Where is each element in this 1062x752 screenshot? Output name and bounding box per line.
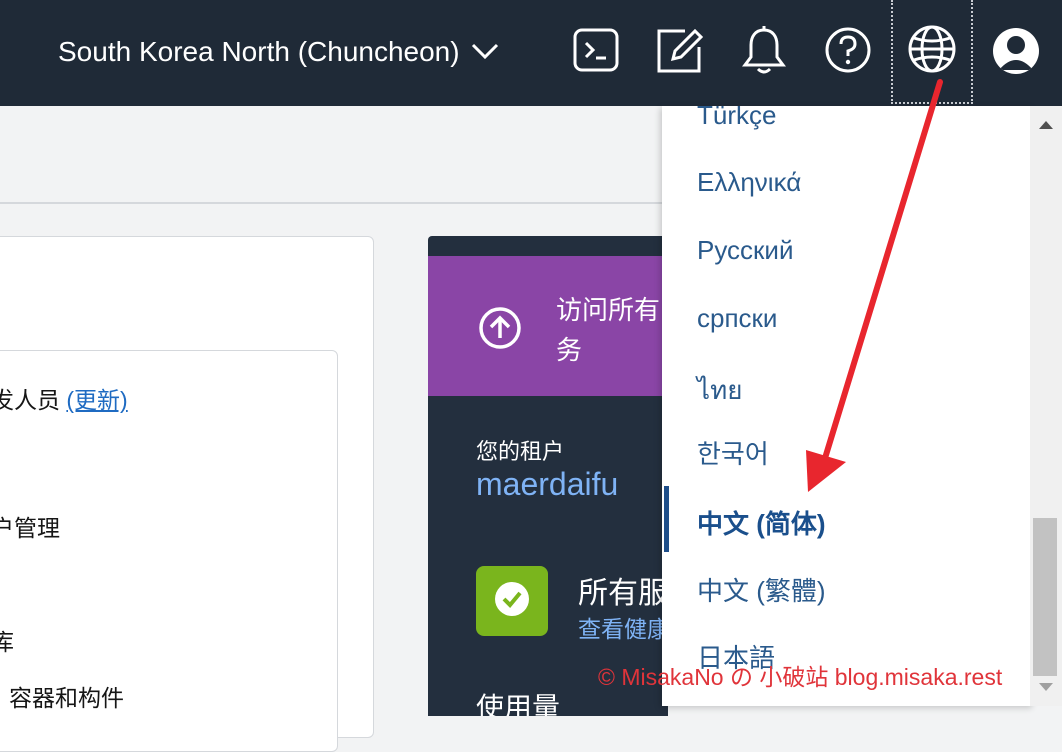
user-profile-button[interactable]: [993, 28, 1039, 74]
arrow-up-circle-icon: [478, 306, 522, 355]
scroll-up-icon[interactable]: [1037, 118, 1055, 136]
bell-icon: [741, 25, 787, 80]
view-health-link[interactable]: 查看健康: [578, 610, 668, 644]
notifications-button[interactable]: [738, 25, 790, 80]
card-line-repository[interactable]: 库: [0, 623, 14, 657]
page-subheader: [0, 106, 662, 204]
menu-scrollbar[interactable]: [1030, 106, 1062, 706]
terminal-button[interactable]: [570, 26, 622, 78]
edit-icon: [655, 25, 705, 80]
language-button[interactable]: [891, 0, 973, 104]
scroll-down-icon[interactable]: [1037, 680, 1055, 698]
tenant-label: 您的租户: [476, 439, 565, 464]
language-option-turkish[interactable]: Türkçe: [697, 106, 776, 131]
chevron-down-icon: [470, 36, 500, 68]
user-icon: [993, 36, 1039, 74]
card-line-containers[interactable]: 容器和构件: [9, 679, 124, 713]
region-selector[interactable]: South Korea North (Chuncheon): [58, 30, 500, 74]
banner-line-1: 访问所有: [556, 295, 661, 325]
language-option-russian[interactable]: Русский: [697, 235, 793, 266]
selected-indicator: [664, 486, 669, 552]
check-circle-icon: [494, 581, 530, 622]
status-ok-badge: [476, 566, 548, 636]
tenant-name[interactable]: maerdaifu: [476, 466, 618, 503]
access-services-banner[interactable]: 访问所有 务: [428, 256, 668, 396]
left-card-inner: 发人员 (更新) 户管理 库 容器和构件: [0, 350, 338, 752]
help-icon: [824, 26, 872, 79]
language-option-thai[interactable]: ไทย: [697, 370, 742, 411]
card-line-developer: 发人员 (更新): [0, 387, 128, 413]
watermark-text: © MisakaNo の 小破站 blog.misaka.rest: [598, 664, 1003, 690]
dashboard-panel: 访问所有 务 您的租户 maerdaifu 所有服 查看健康 使用量: [428, 236, 668, 716]
globe-icon: [907, 24, 957, 79]
update-link[interactable]: (更新): [66, 387, 127, 413]
language-menu: Türkçe Ελληνικά Русский српски ไทย 한국어 中…: [662, 106, 1034, 706]
feedback-button[interactable]: [654, 26, 706, 78]
language-option-chinese-simplified[interactable]: 中文 (简体): [697, 504, 826, 541]
language-option-korean[interactable]: 한국어: [697, 434, 769, 471]
language-option-serbian[interactable]: српски: [697, 303, 777, 334]
help-button[interactable]: [822, 26, 874, 78]
banner-line-2: 务: [556, 335, 583, 365]
terminal-icon: [572, 26, 620, 79]
language-option-greek[interactable]: Ελληνικά: [697, 167, 801, 198]
card-line-account-management[interactable]: 户管理: [0, 509, 60, 543]
service-status-title: 所有服: [578, 577, 668, 610]
region-label: South Korea North (Chuncheon): [58, 36, 460, 67]
top-navigation-bar: South Korea North (Chuncheon): [0, 0, 1062, 106]
language-option-chinese-traditional[interactable]: 中文 (繁體): [697, 571, 826, 608]
usage-label: 使用量: [476, 692, 561, 716]
scrollbar-thumb[interactable]: [1033, 518, 1057, 676]
